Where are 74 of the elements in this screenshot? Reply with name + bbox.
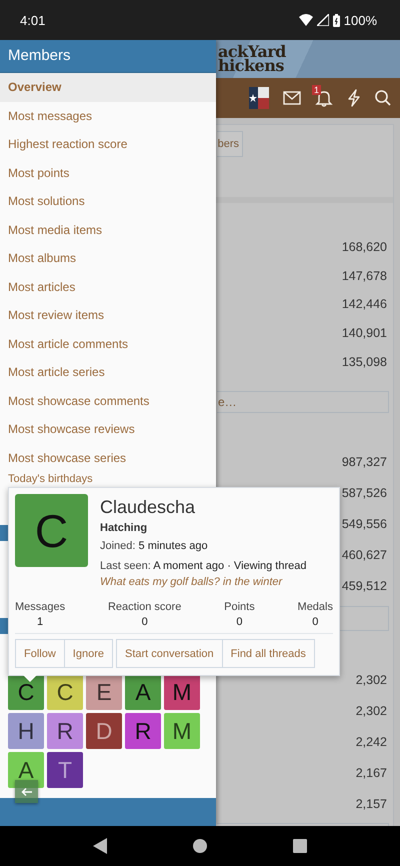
drawer-item[interactable]: Most showcase reviews [0,415,216,444]
stat-value: 459,512 [342,578,387,595]
stat-value: 2,157 [356,796,387,813]
stat-value: 587,526 [342,485,387,502]
stat-value: 1 [37,616,44,628]
tab-button[interactable]: bers [217,131,243,157]
stat-value: 147,678 [342,268,387,285]
stat-value: 142,446 [342,296,387,314]
stat-label: Medals [298,601,333,613]
stat-value: 0 [312,616,318,628]
flag-icon[interactable] [249,87,269,109]
drawer-item[interactable]: Most article series [0,358,216,386]
thread-link[interactable]: What eats my golf balls? in the winter [100,576,282,588]
drawer-item[interactable]: Highest reaction score [0,130,216,158]
stat-value: 460,627 [342,546,387,564]
clock-time: 4:01 [20,12,46,28]
arrow-left-icon [20,786,32,796]
drawer-item[interactable]: Most messages [0,102,216,130]
stat-label: Reaction score [108,601,182,613]
member-avatar[interactable]: R [47,713,83,749]
member-avatar[interactable]: M [164,674,200,710]
home-icon[interactable] [192,838,208,854]
stat-value: 2,302 [356,672,387,690]
search-icon[interactable] [375,90,391,106]
stat-value: 0 [142,616,148,628]
member-name[interactable]: Claudescha [100,497,333,518]
stat-value: 140,901 [342,325,387,342]
wifi-icon [298,14,313,26]
signal-icon [316,14,329,26]
drawer-item[interactable]: Most solutions [0,187,216,216]
stat-value: 2,302 [356,703,387,720]
stat-value: 168,620 [342,239,387,256]
battery-icon [332,14,340,26]
drawer-item[interactable]: Most articles [0,272,216,301]
mail-icon[interactable] [283,91,301,105]
member-avatar[interactable]: E [86,674,122,710]
lightning-icon[interactable] [347,89,361,107]
drawer-item[interactable]: Most media items [0,216,216,244]
drawer-title: Members [0,40,216,73]
recents-icon[interactable] [293,839,308,853]
member-avatar[interactable]: C [15,494,88,567]
drawer-item[interactable]: Overview [0,73,216,102]
stat-value: 987,327 [342,454,387,472]
last-seen: Last seen: A moment ago · Viewing thread What eats my golf balls? in the winter [100,559,308,590]
section-label: Today's birthdays [7,473,93,486]
stat-label: Points [224,601,255,613]
back-icon[interactable] [92,838,107,854]
stat-value: 135,098 [342,354,387,371]
site-logo[interactable]: ackYard hickens [218,45,286,73]
drawer-item[interactable]: Most review items [0,301,216,330]
drawer-item[interactable]: Most points [0,158,216,187]
drawer-item[interactable]: Most showcase comments [0,386,216,415]
stat-value: 0 [236,616,242,628]
member-avatar[interactable]: H [8,713,44,749]
joined-date: Joined: 5 minutes ago [100,539,209,554]
member-avatar[interactable]: M [164,713,200,749]
stat-value: 2,242 [356,734,387,751]
notification-badge: 1 [312,85,322,95]
back-to-top-button[interactable] [15,780,38,803]
stat-value: 549,556 [342,516,387,533]
member-avatar[interactable]: C [47,674,83,710]
drawer-item[interactable]: Most albums [0,244,216,272]
member-avatar[interactable]: T [47,752,83,788]
member-title: Hatching [100,522,148,534]
member-avatar[interactable]: D [86,713,122,749]
member-avatar[interactable]: A [125,674,161,710]
more-button[interactable]: e… [217,390,389,413]
stat-label: Messages [15,601,66,613]
member-avatar[interactable]: C [8,674,44,710]
member-avatar[interactable]: R [125,713,161,749]
drawer-item[interactable]: Most article comments [0,330,216,358]
battery-level: 100% [344,12,377,28]
stat-value: 2,167 [356,764,387,782]
drawer-item[interactable]: Most showcase series [0,444,216,472]
